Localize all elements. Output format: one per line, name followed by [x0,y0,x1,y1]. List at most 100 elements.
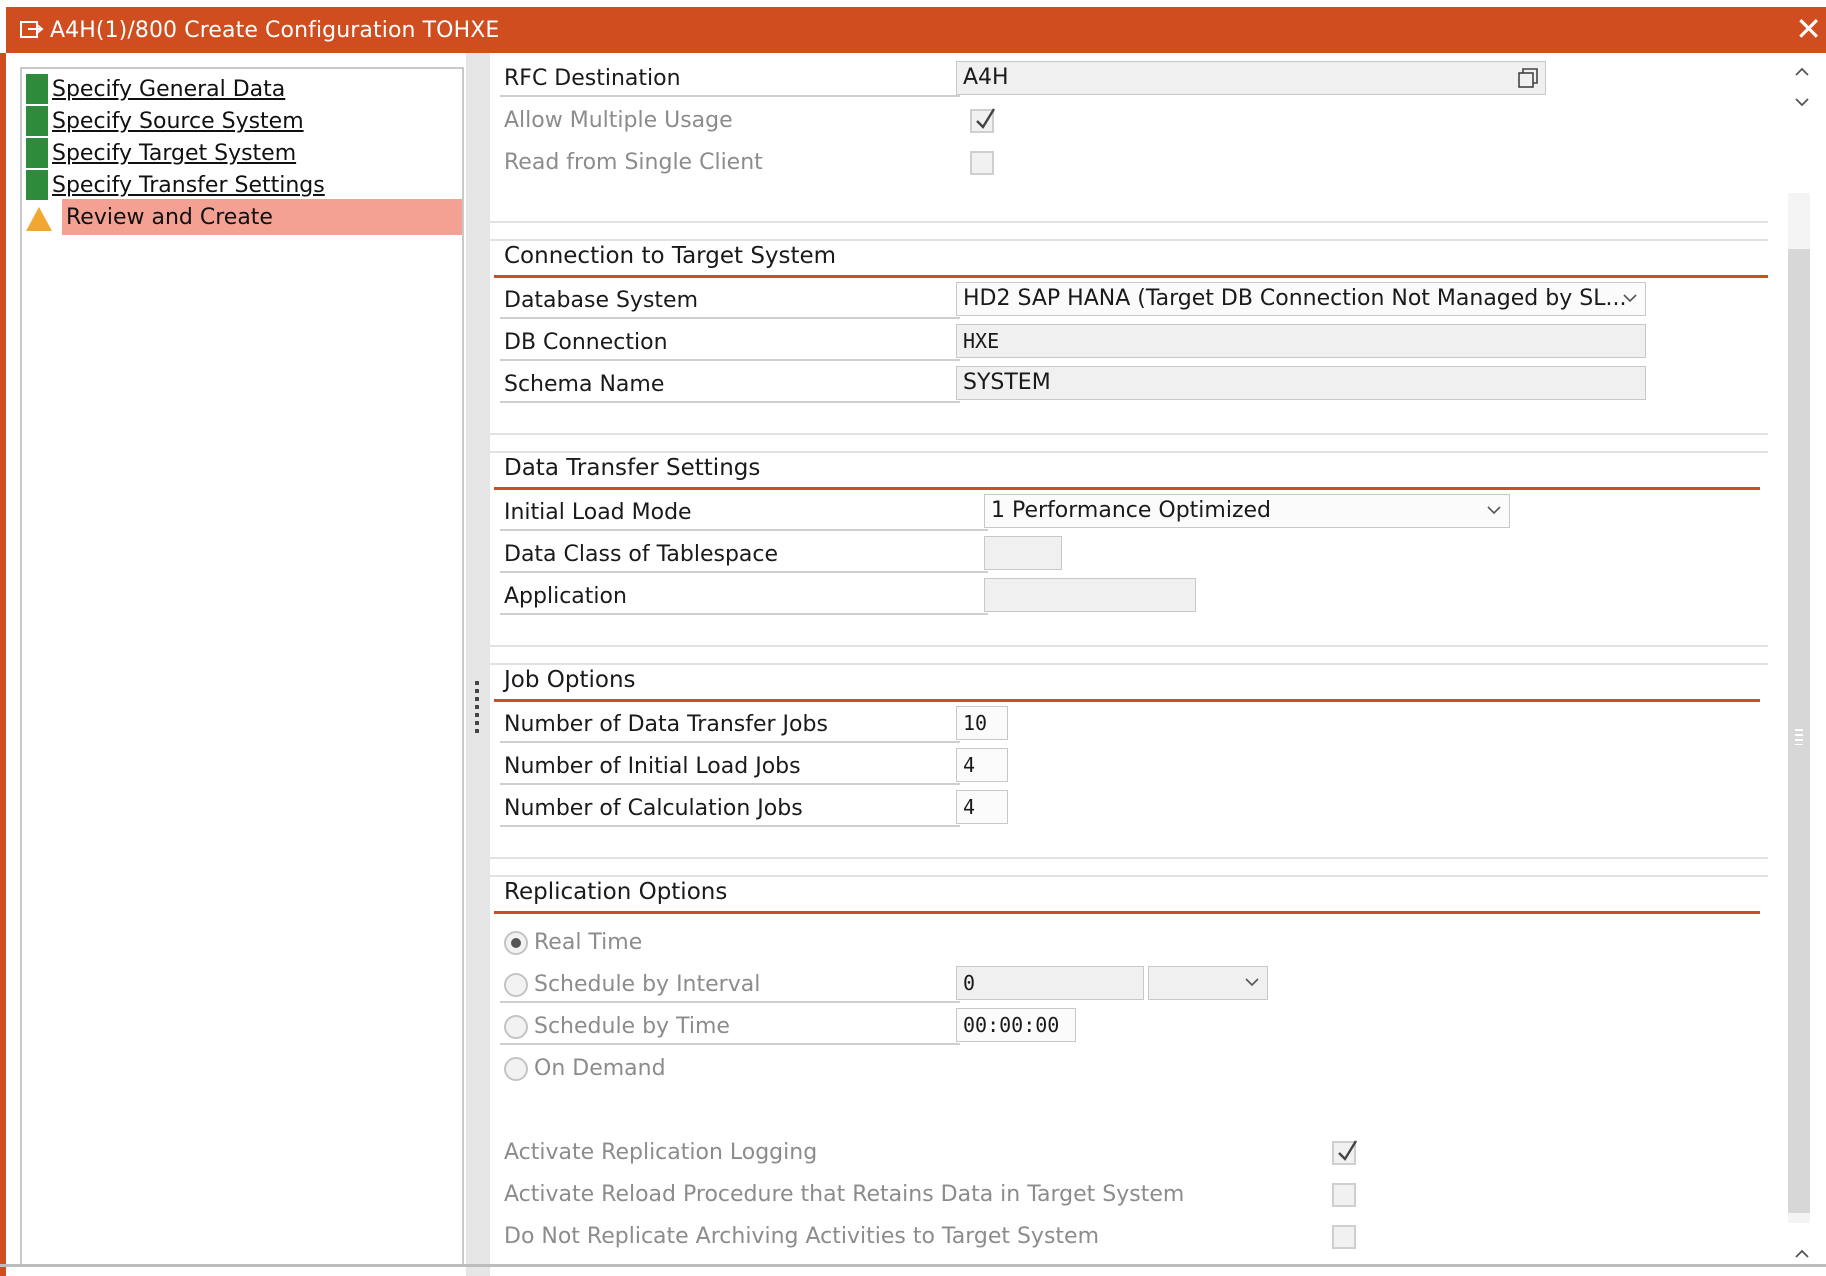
db-system-dropdown[interactable]: HD2 SAP HANA (Target DB Connection Not M… [956,282,1646,316]
chevron-down-icon [1487,506,1501,515]
nav-item-general-data[interactable]: Specify General Data [22,71,462,107]
data-class-label: Data Class of Tablespace [504,542,779,567]
group-title-line [494,275,1768,278]
row-divider [500,825,960,827]
group-divider [490,239,1768,241]
group-title-line [494,487,1760,490]
schedule-time-label: Schedule by Time [534,1014,730,1039]
target-group-title: Connection to Target System [504,243,837,269]
group-title-line [494,911,1760,914]
value-help-icon[interactable] [1515,65,1541,91]
replication-logging-label: Activate Replication Logging [504,1140,818,1165]
schedule-time-value: 00:00:00 [963,1013,1060,1037]
db-connection-field[interactable]: HXE [956,324,1646,358]
group-divider [490,663,1768,665]
chevron-up-icon[interactable] [1792,63,1812,81]
window-body: Specify General Data Specify Source Syst… [6,53,1826,1276]
nav-item-transfer-settings[interactable]: Specify Transfer Settings [22,167,462,203]
db-system-value: HD2 SAP HANA (Target DB Connection Not M… [963,286,1627,311]
interval-value-input[interactable]: 0 [956,966,1144,1000]
chevron-down-icon [1623,294,1637,303]
panel-splitter[interactable] [466,53,490,1276]
step-complete-icon [26,138,48,168]
interval-value: 0 [963,971,976,995]
window-bottom-border [0,1264,1826,1267]
application-field[interactable] [984,578,1196,612]
transfer-jobs-label: Number of Data Transfer Jobs [504,712,828,737]
schedule-interval-label: Schedule by Interval [534,972,761,997]
transfer-jobs-input[interactable]: 10 [956,706,1008,740]
jobs-group-title: Job Options [504,667,636,693]
row-divider [500,317,960,319]
roadmap-nav: Specify General Data Specify Source Syst… [20,67,464,1267]
nav-item-target-system[interactable]: Specify Target System [22,135,462,171]
archiving-checkbox[interactable] [1332,1225,1356,1249]
initial-load-jobs-input[interactable]: 4 [956,748,1008,782]
initial-load-jobs-value: 4 [963,753,976,777]
allow-multiple-usage-checkbox[interactable] [970,108,996,133]
schedule-time-input[interactable]: 00:00:00 [956,1008,1076,1042]
window-title: A4H(1)/800 Create Configuration TOHXE [50,17,500,43]
scrollbar-thumb[interactable] [1788,249,1810,1213]
allow-multiple-usage-label: Allow Multiple Usage [504,108,733,133]
chevron-up-icon[interactable] [1792,1245,1812,1263]
schedule-time-radio[interactable] [504,1015,528,1039]
close-icon[interactable]: ✕ [1795,13,1822,45]
checkmark-icon [976,108,996,129]
vertical-scrollbar[interactable] [1780,53,1826,1276]
data-class-field[interactable] [984,536,1062,570]
db-connection-value: HXE [963,329,1000,353]
schedule-interval-radio[interactable] [504,973,528,997]
nav-item-review-create[interactable]: Review and Create [62,199,462,235]
row-divider [500,741,960,743]
chevron-down-icon[interactable] [1792,93,1812,111]
replication-logging-checkbox[interactable] [1332,1140,1358,1165]
group-divider [490,645,1768,647]
window-titlebar: A4H(1)/800 Create Configuration TOHXE ✕ [6,7,1826,53]
reload-procedure-checkbox[interactable] [1332,1183,1356,1207]
row-divider [500,1043,960,1045]
warning-icon [26,207,52,231]
read-single-client-label: Read from Single Client [504,150,763,175]
nav-item-label: Review and Create [66,204,273,230]
schema-name-label: Schema Name [504,372,665,397]
calc-jobs-input[interactable]: 4 [956,790,1008,824]
on-demand-radio[interactable] [504,1057,528,1081]
rfc-destination-value: A4H [963,65,1009,90]
initial-load-mode-value: 1 Performance Optimized [991,498,1272,523]
nav-item-label: Specify Target System [52,140,297,166]
real-time-label: Real Time [534,930,643,955]
read-single-client-checkbox[interactable] [970,151,994,175]
schema-name-field[interactable]: SYSTEM [956,366,1646,400]
interval-unit-dropdown[interactable] [1148,966,1268,1000]
group-divider [490,433,1768,435]
group-divider [490,221,1768,223]
row-divider [500,529,988,531]
row-divider [500,401,960,403]
application-label: Application [504,584,627,609]
rfc-destination-field[interactable]: A4H [956,61,1546,95]
real-time-radio[interactable] [504,931,528,955]
scrollbar-track[interactable] [1788,193,1810,1223]
nav-item-label: Specify Source System [52,108,304,134]
window-menu-icon[interactable] [20,20,44,40]
chevron-down-icon [1245,978,1259,987]
nav-item-source-system[interactable]: Specify Source System [22,103,462,139]
row-divider [500,1001,960,1003]
archiving-label: Do Not Replicate Archiving Activities to… [504,1224,1100,1249]
group-title-line [494,699,1760,702]
transfer-jobs-value: 10 [963,711,988,735]
calc-jobs-label: Number of Calculation Jobs [504,796,803,821]
thumb-grip-icon [1795,729,1803,745]
initial-load-mode-label: Initial Load Mode [504,500,692,525]
schema-name-value: SYSTEM [963,370,1051,395]
transfer-group-title: Data Transfer Settings [504,455,761,481]
db-system-label: Database System [504,288,699,313]
on-demand-label: On Demand [534,1056,666,1081]
group-divider [490,451,1768,453]
initial-load-mode-dropdown[interactable]: 1 Performance Optimized [984,494,1510,528]
group-divider [490,857,1768,859]
reload-procedure-label: Activate Reload Procedure that Retains D… [504,1182,1185,1207]
initial-load-jobs-label: Number of Initial Load Jobs [504,754,801,779]
splitter-grip-icon[interactable] [475,681,479,737]
